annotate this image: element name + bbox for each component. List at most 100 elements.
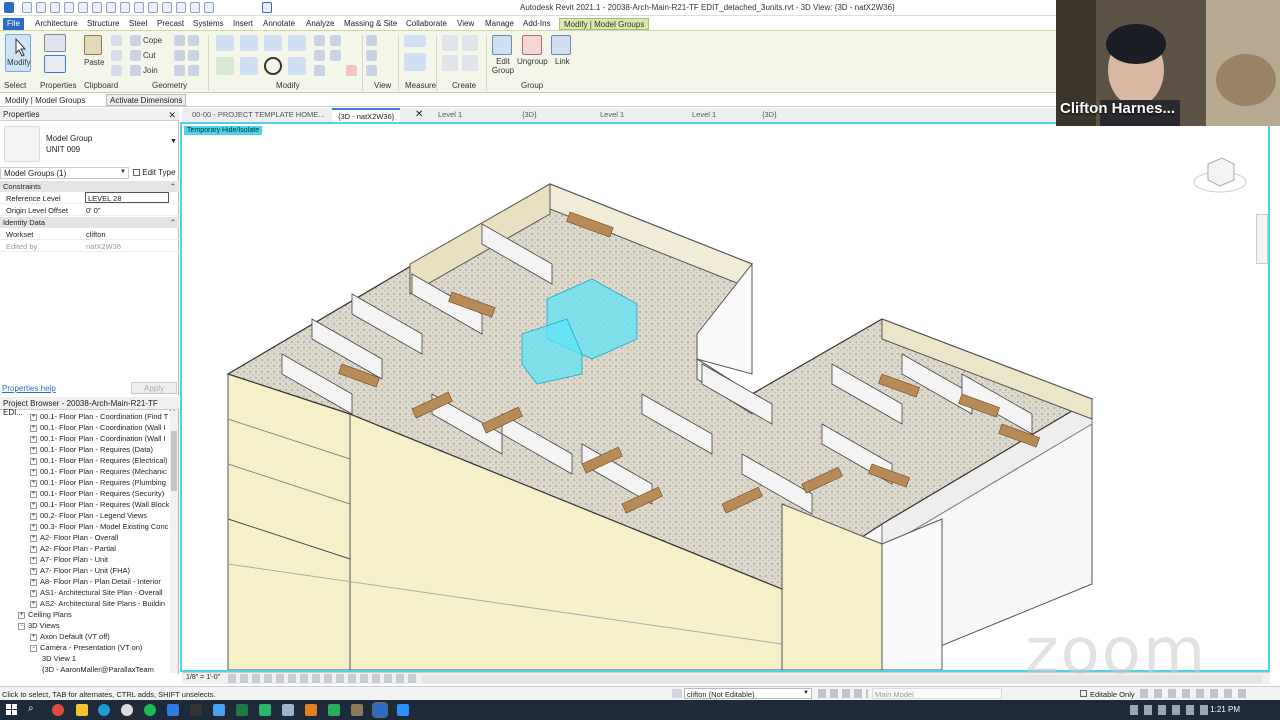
array-icon[interactable]: [314, 50, 325, 61]
tab-massing-site[interactable]: Massing & Site: [340, 18, 401, 30]
panel-label-select[interactable]: Select: [4, 81, 26, 90]
browser-scrollbar[interactable]: [170, 411, 178, 673]
expand-icon[interactable]: +: [30, 534, 37, 542]
create-similar-icon[interactable]: [462, 55, 478, 71]
view-tab[interactable]: 00-00 - PROJECT TEMPLATE HOME...: [186, 108, 331, 122]
revit-logo-icon[interactable]: [4, 2, 14, 13]
expand-icon[interactable]: +: [30, 413, 37, 421]
edit-type-button[interactable]: Edit Type: [131, 167, 178, 179]
3d-view-icon[interactable]: [148, 2, 158, 13]
edit-group-icon[interactable]: [492, 35, 512, 55]
taskbar-clock[interactable]: 1:21 PM: [1210, 705, 1240, 714]
building-3d-model[interactable]: [182, 124, 1268, 670]
zoom-taskbar-icon[interactable]: [397, 704, 409, 716]
app-icon[interactable]: [282, 704, 294, 716]
view-tab[interactable]: Level 1: [432, 108, 468, 122]
delete-icon[interactable]: [346, 65, 357, 76]
ungroup-icon[interactable]: [522, 35, 542, 55]
tab-manage[interactable]: Manage: [481, 18, 518, 30]
browser-tree-item[interactable]: -3D Views: [18, 621, 186, 632]
ungroup-label[interactable]: Ungroup: [517, 57, 548, 66]
sync-icon[interactable]: [50, 2, 60, 13]
reference-level-field[interactable]: LEVEL 28: [85, 192, 169, 203]
match-type-icon[interactable]: [111, 65, 122, 76]
view-control-icons[interactable]: [228, 674, 418, 683]
category-identity-data[interactable]: Identity Data ⌃: [0, 217, 179, 228]
expand-icon[interactable]: +: [30, 556, 37, 564]
tab-analyze[interactable]: Analyze: [302, 18, 338, 30]
measure-icon[interactable]: [106, 2, 116, 13]
expand-icon[interactable]: +: [18, 611, 25, 619]
chrome-icon[interactable]: [52, 704, 64, 716]
view-cube[interactable]: [1192, 152, 1248, 196]
print-icon[interactable]: [92, 2, 102, 13]
paint-icon[interactable]: [174, 50, 185, 61]
view-tab-active[interactable]: {3D - natX2W36}: [332, 108, 401, 122]
view-scale[interactable]: 1/8" = 1'-0": [186, 674, 220, 681]
override-graphics-icon[interactable]: [366, 50, 377, 61]
linework-icon[interactable]: [366, 65, 377, 76]
link-label[interactable]: Link: [555, 57, 570, 66]
tab-structure[interactable]: Structure: [83, 18, 123, 30]
origin-offset-field[interactable]: 0' 0": [86, 206, 101, 215]
create-group-icon[interactable]: [442, 55, 458, 71]
expand-icon[interactable]: +: [30, 479, 37, 487]
pin-icon[interactable]: [314, 65, 325, 76]
mirror-axis-icon[interactable]: [264, 35, 282, 51]
tab-annotate[interactable]: Annotate: [259, 18, 299, 30]
view-tab[interactable]: {3D}: [516, 108, 543, 122]
terminal-icon[interactable]: [190, 704, 202, 716]
3d-viewport[interactable]: Temporary Hide/Isolate: [180, 122, 1270, 672]
text-icon[interactable]: [134, 2, 144, 13]
cope-icon[interactable]: [130, 35, 141, 46]
join-label[interactable]: Join: [143, 66, 158, 75]
unjoin-icon[interactable]: [188, 65, 199, 76]
thin-lines-icon[interactable]: [176, 2, 186, 13]
spotify-icon[interactable]: [144, 704, 156, 716]
section-icon[interactable]: [162, 2, 172, 13]
tab-precast[interactable]: Precast: [153, 18, 188, 30]
expand-icon[interactable]: +: [30, 490, 37, 498]
view-hide-icon[interactable]: [366, 35, 377, 46]
cut-geometry-icon[interactable]: [130, 50, 141, 61]
expand-icon[interactable]: +: [30, 600, 37, 608]
redo-icon[interactable]: [78, 2, 88, 13]
system-tray-icons[interactable]: [1130, 705, 1210, 715]
cope-label[interactable]: Cope: [143, 36, 162, 45]
close-hidden-icon[interactable]: [190, 2, 200, 13]
view-tab[interactable]: {3D}: [756, 108, 783, 122]
expand-icon[interactable]: +: [30, 578, 37, 586]
undo-icon[interactable]: [64, 2, 74, 13]
navigation-bar[interactable]: [1256, 214, 1268, 264]
tab-add-ins[interactable]: Add-Ins: [519, 18, 555, 30]
expand-icon[interactable]: +: [30, 512, 37, 520]
expand-icon[interactable]: +: [30, 567, 37, 575]
open-icon[interactable]: [22, 2, 32, 13]
edit-group-label[interactable]: Edit Group: [491, 57, 515, 75]
offset-icon[interactable]: [240, 35, 258, 51]
collapse-icon[interactable]: -: [30, 644, 37, 652]
expand-icon[interactable]: +: [30, 523, 37, 531]
tab-insert[interactable]: Insert: [229, 18, 257, 30]
view-tab[interactable]: Level 1: [686, 108, 722, 122]
close-tab-icon[interactable]: ✕: [415, 109, 423, 120]
expand-icon[interactable]: +: [30, 589, 37, 597]
apply-button[interactable]: Apply: [131, 382, 177, 394]
onenote-icon[interactable]: [213, 704, 225, 716]
tab-systems[interactable]: Systems: [189, 18, 228, 30]
expand-icon[interactable]: +: [30, 435, 37, 443]
view-tab[interactable]: Level 1: [594, 108, 630, 122]
cut-scissors-icon[interactable]: [111, 35, 122, 46]
link-group-icon[interactable]: [551, 35, 571, 55]
demolish-icon[interactable]: [188, 50, 199, 61]
rotate-icon[interactable]: [264, 57, 282, 75]
tab-steel[interactable]: Steel: [125, 18, 151, 30]
excel-icon[interactable]: [236, 704, 248, 716]
type-properties-icon[interactable]: [44, 34, 66, 52]
expand-icon[interactable]: +: [30, 457, 37, 465]
properties-help-link[interactable]: Properties help: [2, 384, 56, 393]
tab-file[interactable]: File: [3, 18, 24, 30]
copy-icon[interactable]: [111, 50, 122, 61]
media-icon[interactable]: [259, 704, 271, 716]
properties-palette-icon[interactable]: [44, 55, 66, 73]
